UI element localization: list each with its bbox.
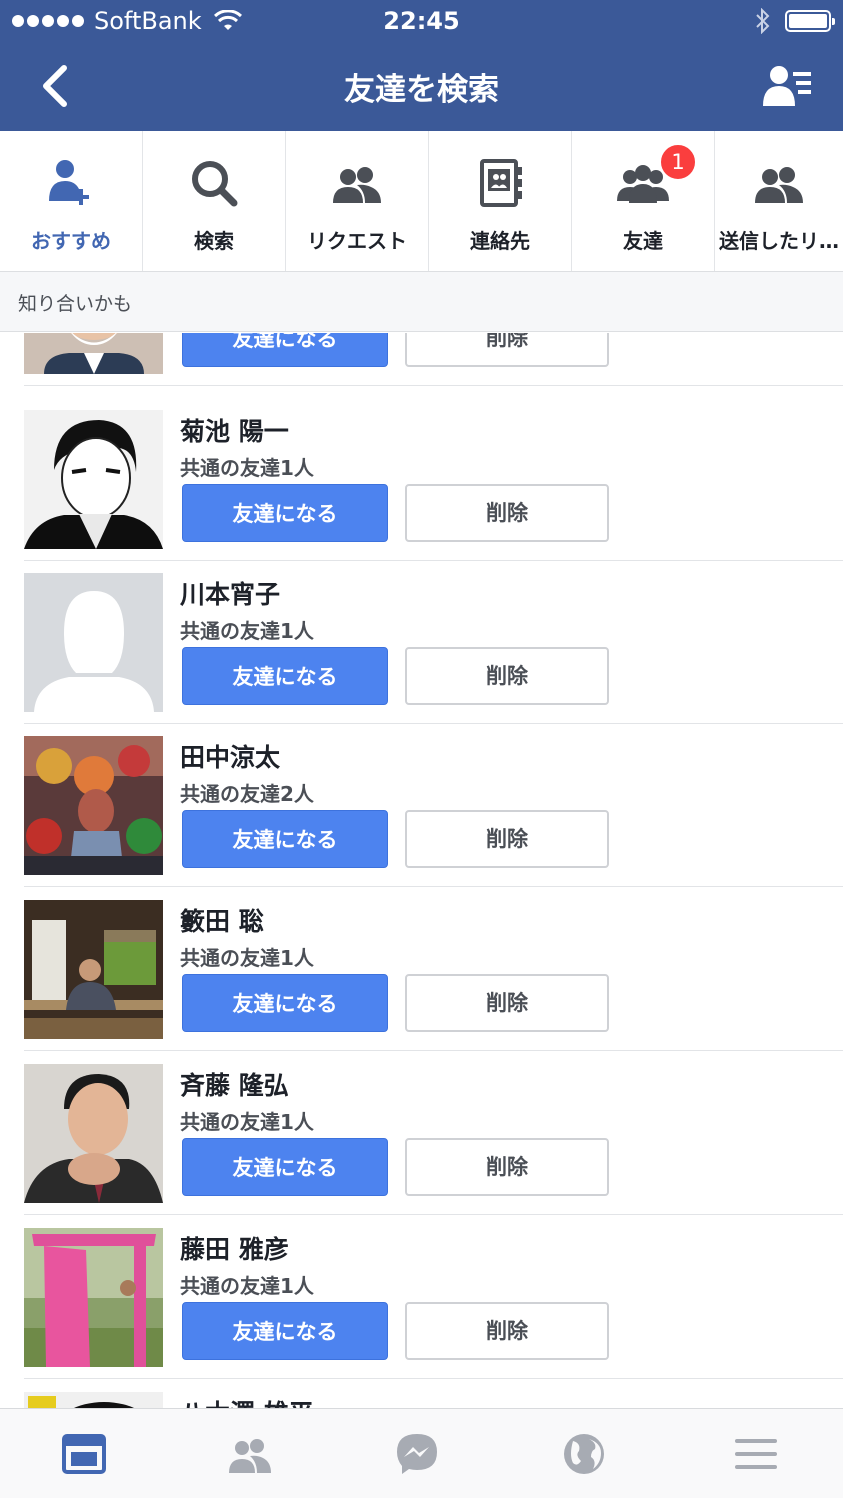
avatar[interactable]: [24, 1064, 163, 1203]
person-name: 川本宵子: [180, 580, 281, 609]
mutual-friends: 共通の友達1人: [180, 1274, 314, 1298]
friend-requests-icon[interactable]: [227, 1431, 273, 1477]
mutual-friends: 共通の友達1人: [180, 946, 314, 970]
delete-button[interactable]: 削除: [405, 484, 609, 542]
delete-button[interactable]: 削除: [405, 333, 609, 367]
delete-button[interactable]: 削除: [405, 647, 609, 705]
section-title: 知り合いかも: [18, 293, 133, 315]
news-feed-icon[interactable]: [61, 1431, 107, 1477]
avatar[interactable]: [24, 333, 163, 374]
page-title: 友達を検索: [344, 72, 499, 108]
clock: 22:45: [383, 7, 460, 35]
avatar[interactable]: [24, 1392, 163, 1408]
list-item: 籔田 聡 共通の友達1人 友達になる 削除: [24, 888, 843, 1051]
person-name: 藤田 雅彦: [180, 1235, 289, 1264]
add-friend-button[interactable]: 友達になる: [182, 810, 388, 868]
delete-button[interactable]: 削除: [405, 810, 609, 868]
mutual-friends: 共通の友達2人: [180, 782, 314, 806]
person-name: 八木澤 雄平: [180, 1394, 314, 1408]
contacts-icon: [480, 159, 522, 207]
avatar[interactable]: [24, 900, 163, 1039]
messenger-icon[interactable]: [394, 1431, 440, 1477]
list-item: 友達になる 削除: [24, 333, 843, 386]
list-item: 田中涼太 共通の友達2人 友達になる 削除: [24, 724, 843, 887]
top-bar: SoftBank 22:45 友達を検索: [0, 0, 843, 131]
tab-label: おすすめ: [31, 229, 111, 253]
bottom-tab-bar: [0, 1408, 843, 1498]
person-name: 籔田 聡: [180, 907, 264, 936]
avatar[interactable]: [24, 736, 163, 875]
add-friend-button[interactable]: 友達になる: [182, 647, 388, 705]
person-name: 菊池 陽一: [180, 417, 289, 446]
tab-search[interactable]: 検索: [143, 131, 286, 271]
tab-label: 送信したリ…: [719, 229, 839, 253]
tab-label: 友達: [623, 229, 663, 253]
list-item: 斉藤 隆弘 共通の友達1人 友達になる 削除: [24, 1052, 843, 1215]
add-friend-button[interactable]: 友達になる: [182, 333, 388, 367]
tab-requests[interactable]: 1 リクエスト: [286, 131, 697, 271]
battery-icon: [785, 10, 835, 32]
list-item: 川本宵子 共通の友達1人 友達になる 削除: [24, 561, 843, 724]
status-bar: SoftBank 22:45: [0, 0, 843, 42]
mutual-friends: 共通の友達1人: [180, 456, 314, 480]
bluetooth-icon: [756, 8, 770, 34]
people-you-may-know-list: 友達になる 削除 菊池 陽一 共通の友達1人 友達になる 削除 川本宵子 共通の…: [0, 333, 843, 1408]
add-friend-icon: [49, 160, 89, 205]
delete-button[interactable]: 削除: [405, 974, 609, 1032]
avatar[interactable]: [24, 1228, 163, 1367]
tab-label: リクエスト: [307, 229, 407, 253]
list-item: 八木澤 雄平: [24, 1380, 843, 1408]
section-header: 知り合いかも: [0, 272, 843, 332]
notifications-globe-icon[interactable]: [561, 1431, 607, 1477]
friends-list-icon[interactable]: [763, 64, 813, 108]
status-right: [755, 8, 835, 34]
tab-sent-requests[interactable]: 送信したリ…: [715, 131, 843, 271]
person-name: 斉藤 隆弘: [180, 1071, 289, 1100]
add-friend-button[interactable]: 友達になる: [182, 484, 388, 542]
delete-button[interactable]: 削除: [405, 1302, 609, 1360]
tab-suggestions[interactable]: おすすめ: [0, 131, 143, 271]
search-icon: [192, 161, 238, 207]
avatar[interactable]: [24, 410, 163, 549]
person-name: 田中涼太: [180, 743, 281, 772]
friends-icon: [617, 165, 669, 203]
sent-requests-icon: [755, 167, 803, 203]
mutual-friends: 共通の友達1人: [180, 1110, 314, 1134]
avatar[interactable]: [24, 573, 163, 712]
list-item: 菊池 陽一 共通の友達1人 友達になる 削除: [24, 398, 843, 561]
mutual-friends: 共通の友達1人: [180, 619, 314, 643]
menu-icon[interactable]: [733, 1431, 779, 1477]
add-friend-button[interactable]: 友達になる: [182, 974, 388, 1032]
delete-button[interactable]: 削除: [405, 1138, 609, 1196]
tab-contacts[interactable]: 連絡先: [429, 131, 572, 271]
list-item: 藤田 雅彦 共通の友達1人 友達になる 削除: [24, 1216, 843, 1379]
tab-label: 検索: [194, 229, 234, 253]
navigation-bar: 友達を検索: [0, 42, 843, 131]
add-friend-button[interactable]: 友達になる: [182, 1138, 388, 1196]
tab-friends[interactable]: 友達: [572, 131, 715, 271]
friend-requests-icon: [333, 167, 381, 203]
friend-tabs: おすすめ 検索 1 リクエスト 連絡先 友達 送信したリ…: [0, 131, 843, 272]
tab-label: 連絡先: [470, 229, 530, 253]
add-friend-button[interactable]: 友達になる: [182, 1302, 388, 1360]
